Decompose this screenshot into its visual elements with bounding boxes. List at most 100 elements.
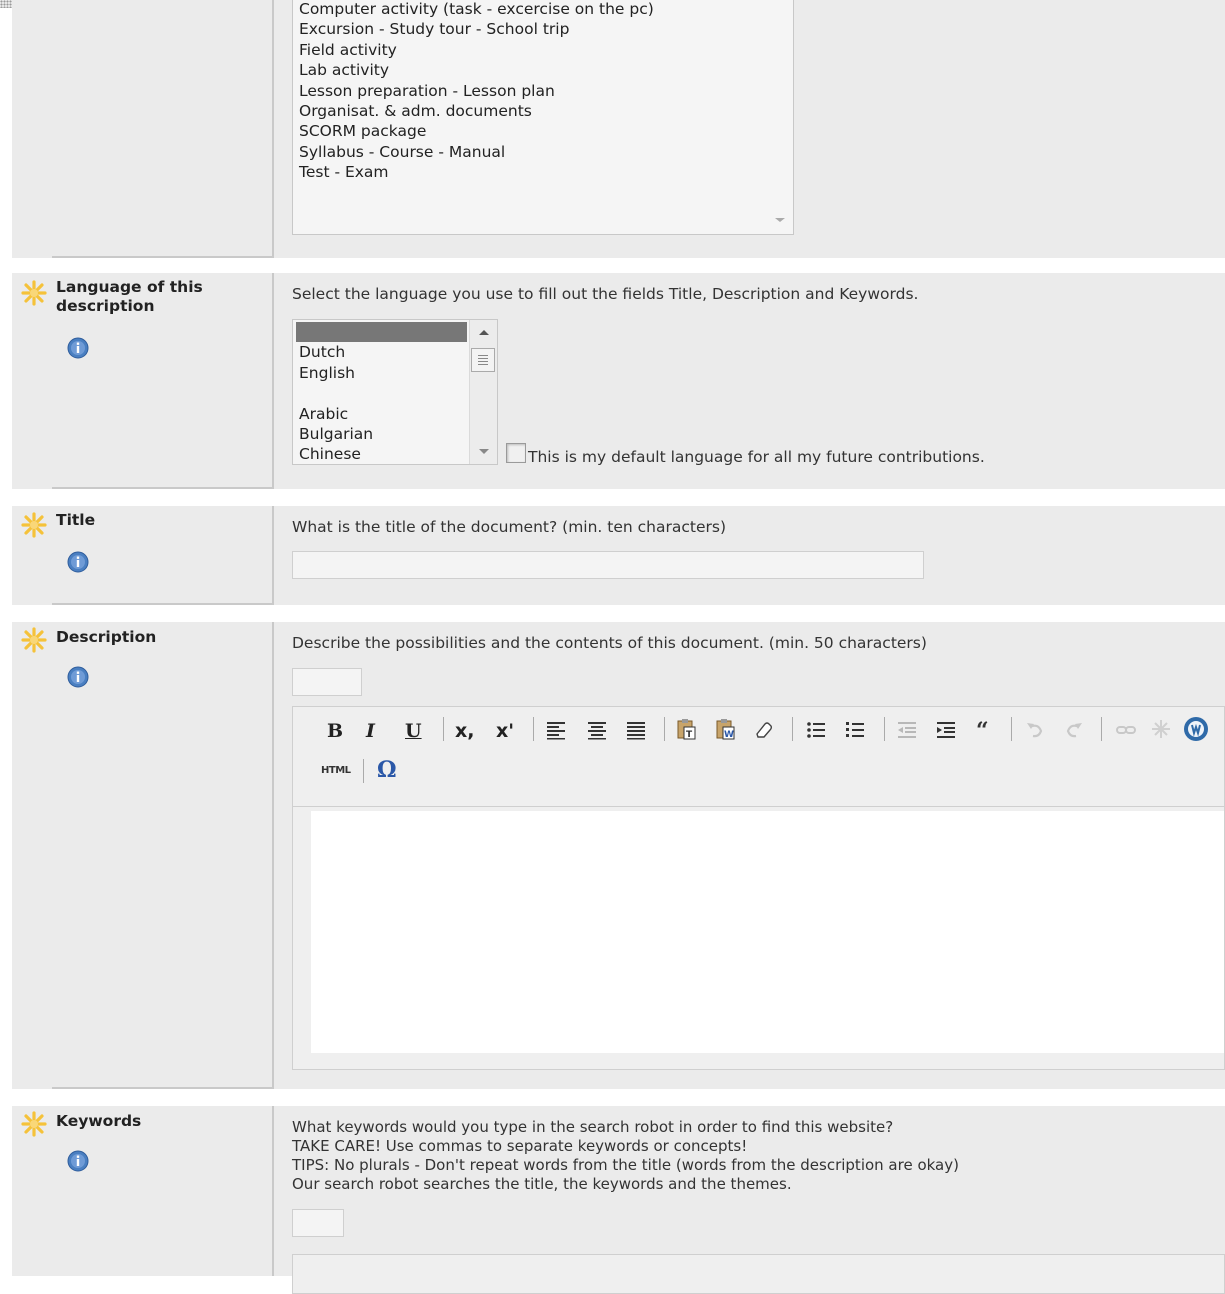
- keywords-label-column: Keywords: [52, 1106, 274, 1276]
- link-icon[interactable]: [1115, 719, 1137, 741]
- language-scrollbar[interactable]: [469, 320, 497, 464]
- list-option[interactable]: Lesson preparation - Lesson plan: [293, 81, 793, 101]
- language-prompt: Select the language you use to fill out …: [292, 285, 919, 303]
- language-option[interactable]: [293, 383, 497, 403]
- svg-text:“: “: [976, 719, 989, 741]
- italic-button[interactable]: I: [366, 720, 375, 742]
- toolbar-separator: [533, 717, 534, 741]
- info-icon[interactable]: [67, 666, 89, 688]
- list-option[interactable]: Lab activity: [293, 60, 793, 80]
- list-option[interactable]: SCORM package: [293, 121, 793, 141]
- editor-toolbar: B I U x, x' T W “ HTML Ω: [293, 707, 1224, 807]
- toolbar-separator: [443, 717, 444, 741]
- list-option[interactable]: Excursion - Study tour - School trip: [293, 19, 793, 39]
- description-section: Description Describe the possibilities a…: [12, 622, 1225, 1089]
- special-character-button[interactable]: Ω: [377, 757, 397, 783]
- language-option[interactable]: Bulgarian: [293, 424, 497, 444]
- toolbar-separator: [792, 717, 793, 741]
- info-icon[interactable]: [67, 1150, 89, 1172]
- description-label-column: Description: [52, 622, 274, 1089]
- underline-button[interactable]: U: [405, 720, 422, 742]
- toolbar-separator: [664, 717, 665, 741]
- language-option[interactable]: Arabic: [293, 404, 497, 424]
- list-option[interactable]: Test - Exam: [293, 162, 793, 182]
- indent-icon[interactable]: [935, 719, 957, 741]
- required-star-icon: [21, 1111, 47, 1137]
- scroll-down-arrow-icon[interactable]: [479, 449, 489, 454]
- scrollbar-thumb[interactable]: [471, 348, 495, 372]
- info-icon[interactable]: [67, 551, 89, 573]
- title-label: Title: [56, 511, 96, 529]
- title-input[interactable]: [292, 551, 924, 579]
- scroll-up-arrow-icon[interactable]: [479, 330, 489, 335]
- list-option[interactable]: Syllabus - Course - Manual: [293, 142, 793, 162]
- title-section: Title What is the title of the document?…: [12, 506, 1225, 605]
- required-star-icon: [21, 512, 47, 538]
- title-prompt: What is the title of the document? (min.…: [292, 518, 726, 536]
- keywords-input[interactable]: [292, 1254, 1225, 1294]
- subscript-button[interactable]: x,: [455, 720, 474, 742]
- bulleted-list-icon[interactable]: [805, 719, 827, 741]
- html-source-button[interactable]: HTML: [321, 765, 351, 776]
- toolbar-separator: [363, 759, 364, 783]
- description-content: Describe the possibilities and the conte…: [292, 622, 1225, 1089]
- list-option[interactable]: Organisat. & adm. documents: [293, 101, 793, 121]
- keywords-content: What keywords would you type in the sear…: [292, 1106, 1225, 1294]
- required-star-icon: [21, 627, 47, 653]
- align-justify-icon[interactable]: [625, 719, 647, 741]
- toolbar-separator: [884, 717, 885, 741]
- blockquote-icon[interactable]: “: [974, 719, 996, 741]
- wiris-icon[interactable]: [1183, 716, 1209, 742]
- language-option[interactable]: English: [293, 363, 497, 383]
- redo-icon[interactable]: [1063, 719, 1085, 741]
- language-section: Language of this description Select the …: [12, 273, 1225, 489]
- resource-type-listbox[interactable]: Computer activity (task - excercise on t…: [292, 0, 794, 235]
- align-center-icon[interactable]: [586, 719, 608, 741]
- default-language-checkbox[interactable]: [506, 443, 526, 463]
- info-icon[interactable]: [67, 337, 89, 359]
- resource-type-section: Computer activity (task - excercise on t…: [12, 0, 1225, 258]
- resource-type-content: Computer activity (task - excercise on t…: [292, 0, 1225, 258]
- list-option[interactable]: Computer activity (task - excercise on t…: [293, 0, 793, 19]
- resource-type-label-column: [52, 0, 274, 258]
- default-language-label: This is my default language for all my f…: [528, 448, 985, 466]
- description-small-input[interactable]: [292, 668, 362, 696]
- undo-icon[interactable]: [1024, 719, 1046, 741]
- keywords-prompt-line: TIPS: No plurals - Don't repeat words fr…: [292, 1156, 959, 1174]
- language-listbox[interactable]: Dutch English Arabic Bulgarian Chinese: [292, 319, 498, 465]
- rich-text-editor: B I U x, x' T W “ HTML Ω: [292, 706, 1225, 1070]
- language-option-empty-selected[interactable]: [296, 322, 467, 343]
- svg-text:T: T: [686, 730, 693, 740]
- keywords-prompt: What keywords would you type in the sear…: [292, 1118, 959, 1194]
- outdent-icon[interactable]: [896, 719, 918, 741]
- toolbar-separator: [1011, 717, 1012, 741]
- bold-button[interactable]: B: [327, 720, 343, 742]
- svg-text:W: W: [724, 730, 734, 740]
- title-content: What is the title of the document? (min.…: [292, 506, 1225, 605]
- language-label: Language of this description: [56, 278, 203, 315]
- keywords-prompt-line: TAKE CARE! Use commas to separate keywor…: [292, 1137, 748, 1155]
- description-prompt: Describe the possibilities and the conte…: [292, 634, 927, 652]
- language-option[interactable]: Chinese: [293, 444, 497, 464]
- unlink-icon[interactable]: [1150, 718, 1172, 740]
- eraser-icon[interactable]: [753, 718, 775, 740]
- description-editor-area[interactable]: [311, 811, 1224, 1053]
- superscript-button[interactable]: x': [496, 720, 514, 742]
- align-left-icon[interactable]: [545, 719, 567, 741]
- keywords-label: Keywords: [56, 1112, 142, 1130]
- paste-text-icon[interactable]: T: [675, 718, 697, 740]
- keywords-section: Keywords What keywords would you type in…: [12, 1106, 1225, 1294]
- language-content: Select the language you use to fill out …: [292, 273, 1225, 489]
- toolbar-separator: [1101, 717, 1102, 741]
- list-option[interactable]: Field activity: [293, 40, 793, 60]
- paste-word-icon[interactable]: W: [714, 718, 736, 740]
- description-label: Description: [56, 628, 157, 646]
- keywords-prompt-line: Our search robot searches the title, the…: [292, 1175, 792, 1193]
- language-label-column: Language of this description: [52, 273, 274, 489]
- keywords-small-input[interactable]: [292, 1209, 344, 1237]
- required-star-icon: [21, 280, 47, 306]
- keywords-prompt-line: What keywords would you type in the sear…: [292, 1118, 894, 1136]
- scroll-down-arrow[interactable]: [775, 218, 785, 222]
- language-option[interactable]: Dutch: [293, 342, 497, 362]
- numbered-list-icon[interactable]: [844, 719, 866, 741]
